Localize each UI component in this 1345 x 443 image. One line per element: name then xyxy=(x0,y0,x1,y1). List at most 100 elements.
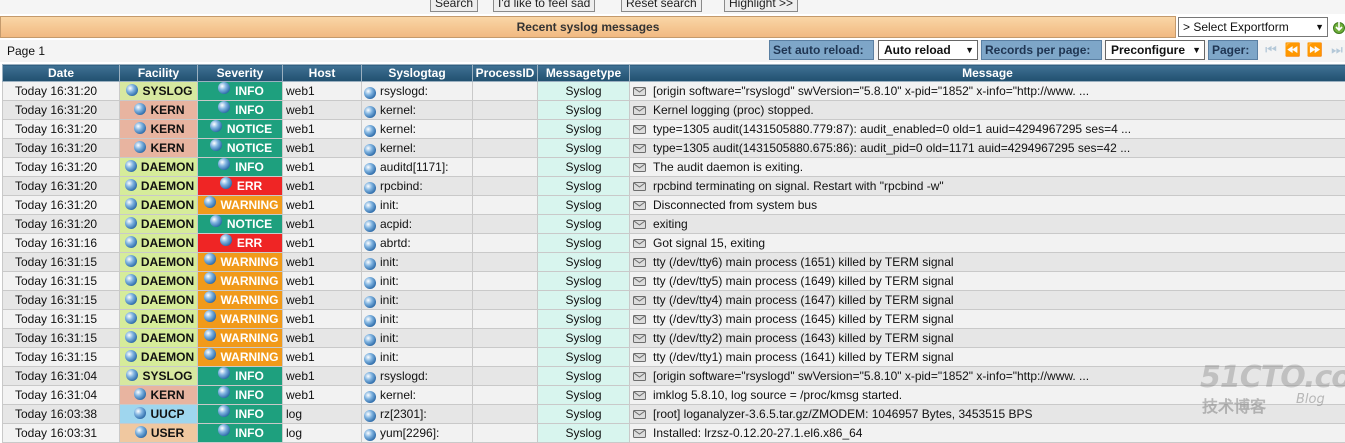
message-details-icon[interactable] xyxy=(633,124,647,135)
message-details-icon[interactable] xyxy=(633,219,647,230)
severity-cell[interactable]: INFO xyxy=(198,405,283,424)
message-text[interactable]: tty (/dev/tty4) main process (1647) kill… xyxy=(653,293,954,307)
table-row[interactable]: Today 16:31:15DAEMONWARNINGweb1init:Sysl… xyxy=(3,329,1345,348)
severity-cell[interactable]: ERR xyxy=(198,177,283,196)
severity-cell[interactable]: INFO xyxy=(198,101,283,120)
syslogtag-cell[interactable]: kernel: xyxy=(362,139,473,158)
syslogtag-cell[interactable]: rz[2301]: xyxy=(362,405,473,424)
facility-cell[interactable]: DAEMON xyxy=(120,272,198,291)
message-text[interactable]: tty (/dev/tty3) main process (1645) kill… xyxy=(653,312,954,326)
facility-cell[interactable]: DAEMON xyxy=(120,310,198,329)
severity-cell[interactable]: INFO xyxy=(198,424,283,443)
host-cell[interactable]: web1 xyxy=(283,291,362,310)
column-header-message[interactable]: Message xyxy=(630,65,1345,82)
message-details-icon[interactable] xyxy=(633,181,647,192)
message-text[interactable]: [origin software="rsyslogd" swVersion="5… xyxy=(653,84,1089,98)
table-row[interactable]: Today 16:31:15DAEMONWARNINGweb1init:Sysl… xyxy=(3,310,1345,329)
message-details-icon[interactable] xyxy=(633,295,647,306)
column-header-syslogtag[interactable]: Syslogtag xyxy=(362,65,473,82)
message-cell[interactable]: tty (/dev/tty3) main process (1645) kill… xyxy=(630,310,1345,329)
table-row[interactable]: Today 16:31:16DAEMONERRweb1abrtd:SyslogG… xyxy=(3,234,1345,253)
host-cell[interactable]: web1 xyxy=(283,120,362,139)
date-cell[interactable]: Today 16:31:15 xyxy=(3,348,120,367)
facility-cell[interactable]: USER xyxy=(120,424,198,443)
severity-cell[interactable]: WARNING xyxy=(198,253,283,272)
host-cell[interactable]: web1 xyxy=(283,329,362,348)
message-text[interactable]: rpcbind terminating on signal. Restart w… xyxy=(653,179,944,193)
host-cell[interactable]: web1 xyxy=(283,234,362,253)
date-cell[interactable]: Today 16:31:15 xyxy=(3,253,120,272)
message-text[interactable]: The audit daemon is exiting. xyxy=(653,160,803,174)
syslogtag-cell[interactable]: rpcbind: xyxy=(362,177,473,196)
syslogtag-cell[interactable]: kernel: xyxy=(362,101,473,120)
message-cell[interactable]: tty (/dev/tty5) main process (1649) kill… xyxy=(630,272,1345,291)
syslogtag-cell[interactable]: init: xyxy=(362,291,473,310)
date-cell[interactable]: Today 16:31:20 xyxy=(3,82,120,101)
message-cell[interactable]: tty (/dev/tty4) main process (1647) kill… xyxy=(630,291,1345,310)
host-cell[interactable]: web1 xyxy=(283,196,362,215)
message-details-icon[interactable] xyxy=(633,257,647,268)
facility-cell[interactable]: DAEMON xyxy=(120,253,198,272)
host-cell[interactable]: log xyxy=(283,424,362,443)
message-text[interactable]: Got signal 15, exiting xyxy=(653,236,765,250)
severity-cell[interactable]: NOTICE xyxy=(198,120,283,139)
date-cell[interactable]: Today 16:31:16 xyxy=(3,234,120,253)
message-text[interactable]: tty (/dev/tty2) main process (1643) kill… xyxy=(653,331,954,345)
message-details-icon[interactable] xyxy=(633,333,647,344)
message-details-icon[interactable] xyxy=(633,200,647,211)
date-cell[interactable]: Today 16:31:20 xyxy=(3,196,120,215)
message-text[interactable]: Disconnected from system bus xyxy=(653,198,817,212)
facility-cell[interactable]: KERN xyxy=(120,386,198,405)
facility-cell[interactable]: KERN xyxy=(120,101,198,120)
message-details-icon[interactable] xyxy=(633,371,647,382)
facility-cell[interactable]: KERN xyxy=(120,120,198,139)
syslogtag-cell[interactable]: init: xyxy=(362,272,473,291)
message-details-icon[interactable] xyxy=(633,409,647,420)
date-cell[interactable]: Today 16:31:20 xyxy=(3,139,120,158)
table-row[interactable]: Today 16:31:15DAEMONWARNINGweb1init:Sysl… xyxy=(3,291,1345,310)
host-cell[interactable]: web1 xyxy=(283,215,362,234)
last-page-icon[interactable]: ⏭ xyxy=(1328,42,1345,58)
export-format-select[interactable]: > Select Exportform ▼ xyxy=(1178,17,1328,37)
facility-cell[interactable]: DAEMON xyxy=(120,158,198,177)
severity-cell[interactable]: NOTICE xyxy=(198,215,283,234)
table-row[interactable]: Today 16:31:20SYSLOGINFOweb1rsyslogd:Sys… xyxy=(3,82,1345,101)
host-cell[interactable]: web1 xyxy=(283,253,362,272)
host-cell[interactable]: web1 xyxy=(283,386,362,405)
facility-cell[interactable]: SYSLOG xyxy=(120,82,198,101)
severity-cell[interactable]: WARNING xyxy=(198,272,283,291)
syslogtag-cell[interactable]: auditd[1171]: xyxy=(362,158,473,177)
records-per-page-select[interactable]: Preconfigure ▼ xyxy=(1105,40,1205,60)
first-page-icon[interactable]: ⏮ xyxy=(1262,42,1280,58)
table-row[interactable]: Today 16:31:20KERNNOTICEweb1kernel:Syslo… xyxy=(3,120,1345,139)
table-row[interactable]: Today 16:03:38UUCPINFOlogrz[2301]:Syslog… xyxy=(3,405,1345,424)
message-cell[interactable]: type=1305 audit(1431505880.675:86): audi… xyxy=(630,139,1345,158)
date-cell[interactable]: Today 16:03:38 xyxy=(3,405,120,424)
table-row[interactable]: Today 16:31:04SYSLOGINFOweb1rsyslogd:Sys… xyxy=(3,367,1345,386)
message-text[interactable]: type=1305 audit(1431505880.675:86): audi… xyxy=(653,141,1130,155)
message-cell[interactable]: Installed: lrzsz-0.12.20-27.1.el6.x86_64 xyxy=(630,424,1345,443)
severity-cell[interactable]: WARNING xyxy=(198,329,283,348)
message-details-icon[interactable] xyxy=(633,314,647,325)
message-text[interactable]: [root] loganalyzer-3.6.5.tar.gz/ZMODEM: … xyxy=(653,407,1033,421)
date-cell[interactable]: Today 16:31:20 xyxy=(3,120,120,139)
facility-cell[interactable]: DAEMON xyxy=(120,329,198,348)
message-cell[interactable]: tty (/dev/tty2) main process (1643) kill… xyxy=(630,329,1345,348)
host-cell[interactable]: web1 xyxy=(283,367,362,386)
severity-cell[interactable]: ERR xyxy=(198,234,283,253)
syslogtag-cell[interactable]: rsyslogd: xyxy=(362,82,473,101)
syslogtag-cell[interactable]: init: xyxy=(362,348,473,367)
message-cell[interactable]: Got signal 15, exiting xyxy=(630,234,1345,253)
host-cell[interactable]: web1 xyxy=(283,101,362,120)
message-details-icon[interactable] xyxy=(633,276,647,287)
syslogtag-cell[interactable]: kernel: xyxy=(362,120,473,139)
syslogtag-cell[interactable]: init: xyxy=(362,310,473,329)
message-text[interactable]: type=1305 audit(1431505880.779:87): audi… xyxy=(653,122,1131,136)
message-details-icon[interactable] xyxy=(633,105,647,116)
next-page-icon[interactable]: ⏩ xyxy=(1306,42,1324,58)
severity-cell[interactable]: WARNING xyxy=(198,196,283,215)
message-cell[interactable]: rpcbind terminating on signal. Restart w… xyxy=(630,177,1345,196)
severity-cell[interactable]: INFO xyxy=(198,82,283,101)
export-icon[interactable] xyxy=(1332,19,1345,35)
message-text[interactable]: tty (/dev/tty5) main process (1649) kill… xyxy=(653,274,954,288)
